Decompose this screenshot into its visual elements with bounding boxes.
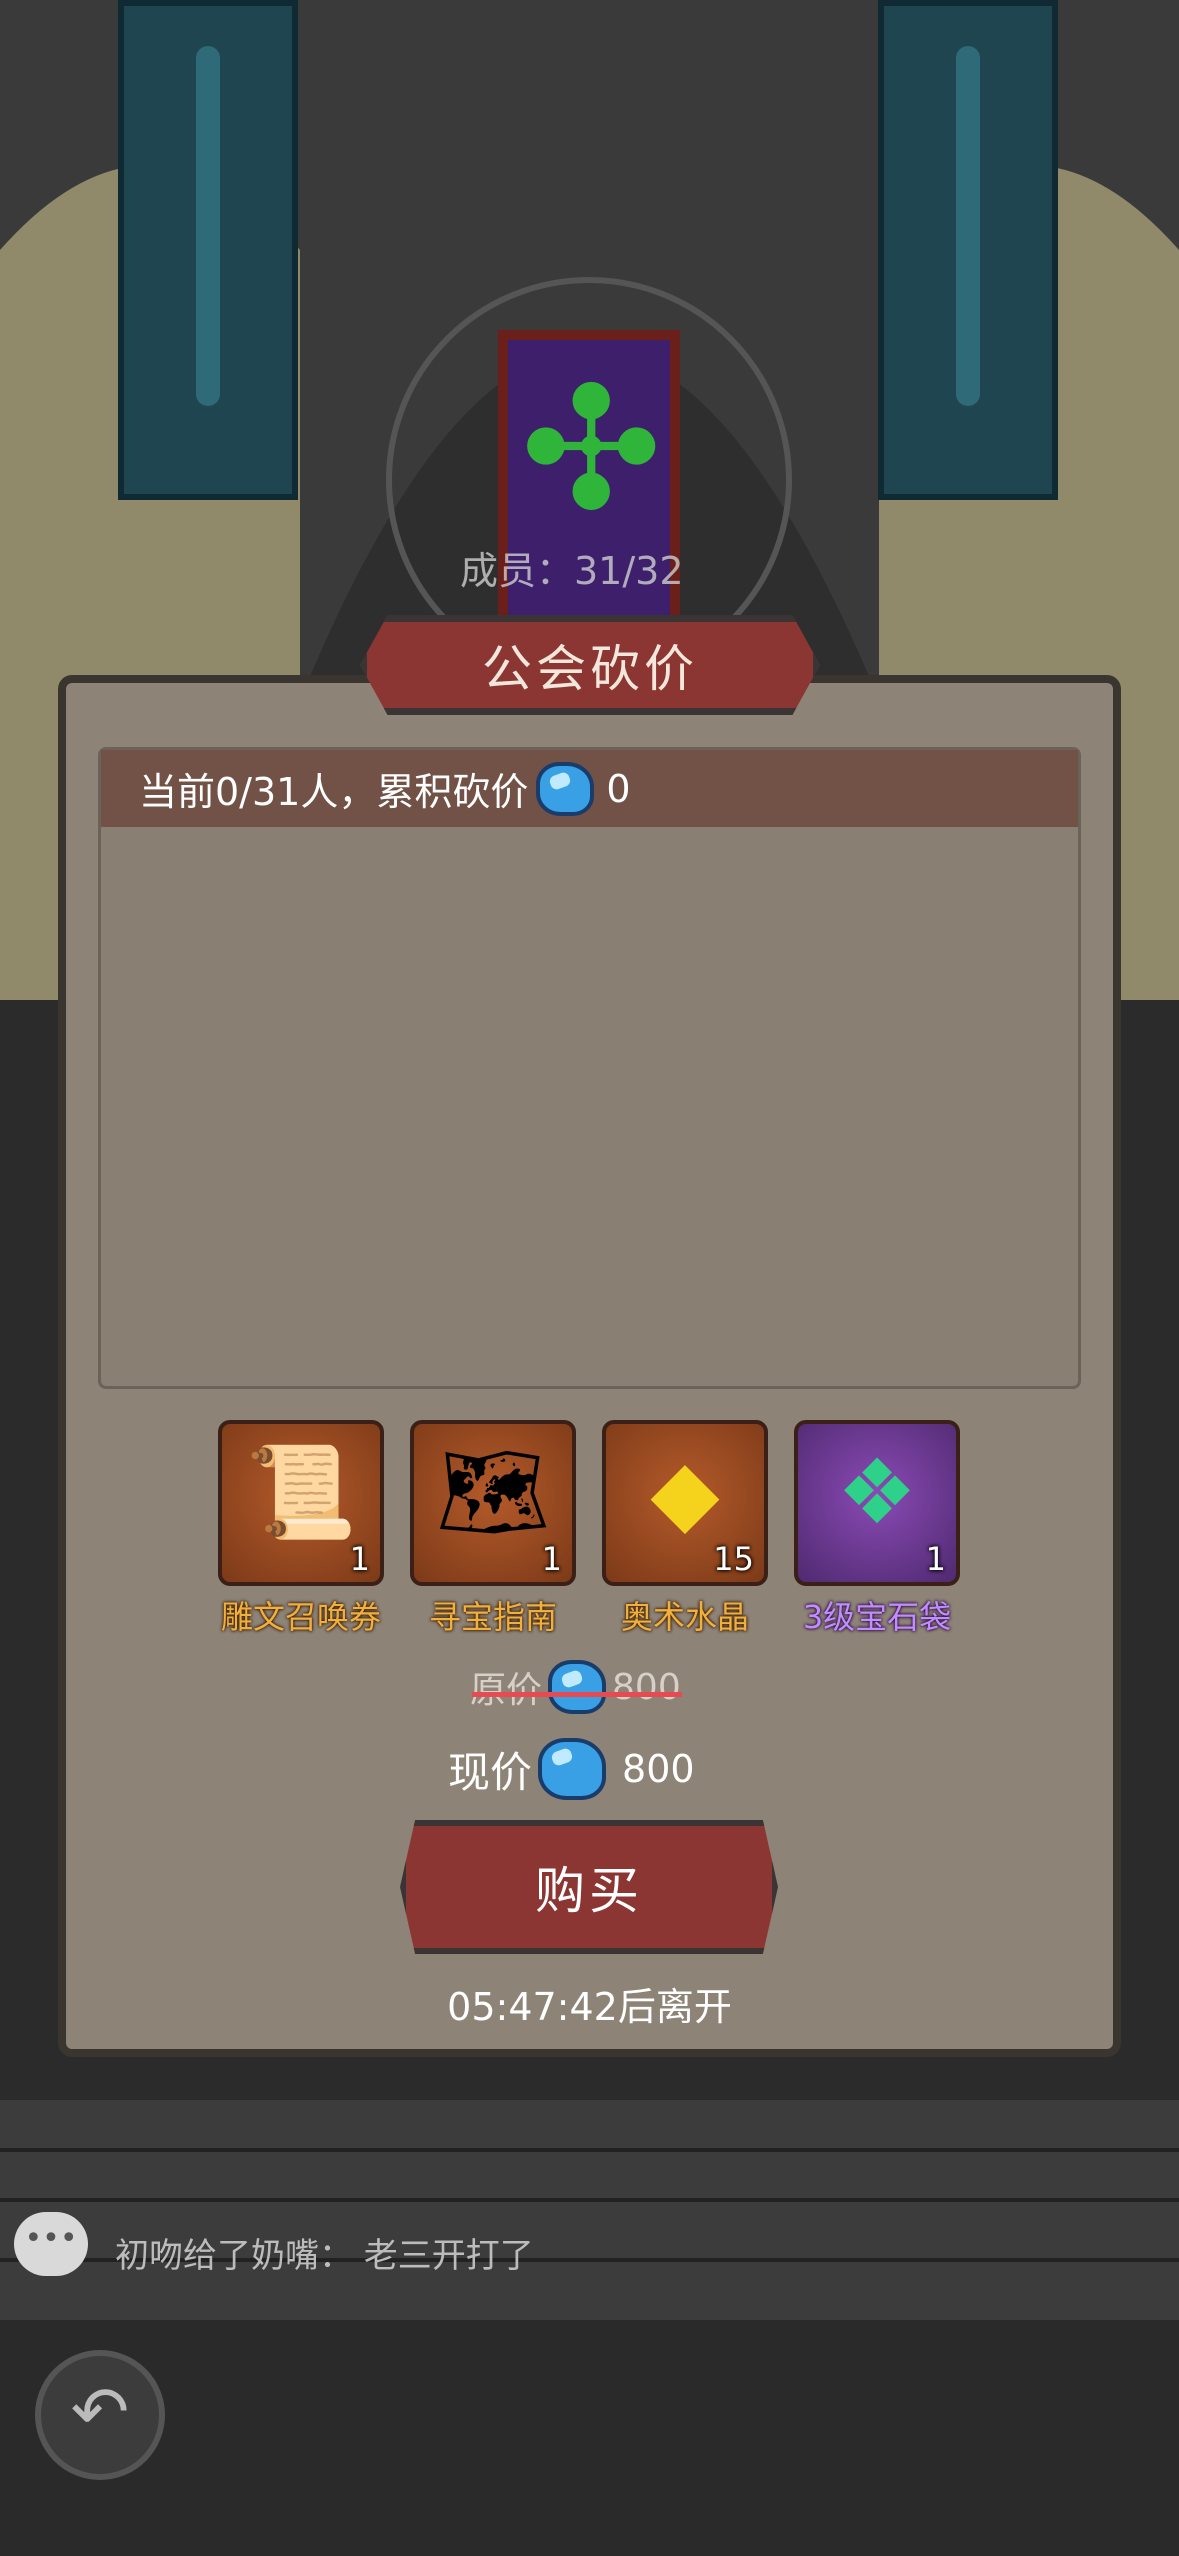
chat-bubble-icon[interactable]: •••: [14, 2212, 88, 2276]
dialog-title: 公会砍价: [482, 640, 698, 698]
dialog-title-plate: 公会砍价: [360, 615, 820, 715]
diamond-icon: [538, 1738, 607, 1800]
back-button[interactable]: ↶: [35, 2350, 165, 2480]
guild-members-count: 成员：31/32: [460, 549, 684, 593]
diamond-icon: [548, 1660, 607, 1714]
gem-bag-icon: ❖: [836, 1440, 918, 1545]
current-price-label: 现价: [448, 1747, 533, 1797]
item-label: 雕文召唤券: [220, 1598, 381, 1636]
right-banner: [878, 0, 1058, 500]
item-count: 1: [925, 1540, 946, 1578]
bargain-list-box[interactable]: [98, 747, 1081, 1389]
bargain-status-header: 当前0/31人，累积砍价 0: [101, 750, 1078, 827]
item-icon-frame[interactable]: 📜 1: [218, 1420, 384, 1586]
item-count: 15: [713, 1540, 754, 1578]
guild-emblem-icon: ✣: [520, 351, 663, 549]
item-icon-frame[interactable]: ❖ 1: [794, 1420, 960, 1586]
price-strikethrough: [472, 1692, 682, 1697]
left-banner: [118, 0, 298, 500]
reward-item[interactable]: 🗺 1 寻宝指南: [410, 1420, 576, 1638]
current-price-value: 800: [622, 1747, 695, 1791]
bargain-status-text: 当前0/31人，累积砍价: [139, 770, 529, 814]
back-arrow-icon: ↶: [70, 2371, 130, 2453]
reward-item[interactable]: 📜 1 雕文召唤券: [218, 1420, 384, 1638]
buy-button[interactable]: 购买: [400, 1820, 778, 1954]
treasure-map-icon: 🗺: [435, 1440, 551, 1545]
scroll-icon: 📜: [244, 1440, 358, 1545]
chat-message[interactable]: 初吻给了奶嘴： 老三开打了: [115, 2228, 534, 2277]
leave-timer: 05:47:42后离开: [447, 1985, 732, 2029]
buy-button-label: 购买: [535, 1862, 643, 1920]
accumulated-discount-value: 0: [606, 766, 631, 811]
item-label: 奥术水晶: [620, 1598, 749, 1636]
crystal-icon: ◆: [650, 1440, 720, 1545]
original-price-row: 原价 800: [470, 1660, 682, 1714]
reward-item[interactable]: ❖ 1 3级宝石袋: [794, 1420, 960, 1638]
item-icon-frame[interactable]: ◆ 15: [602, 1420, 768, 1586]
original-price-value: 800: [612, 1666, 681, 1708]
reward-items: 📜 1 雕文召唤券 🗺 1 寻宝指南 ◆ 15 奥术水晶 ❖ 1 3级宝石袋: [218, 1420, 960, 1640]
original-price-label: 原价: [470, 1670, 543, 1711]
item-count: 1: [349, 1540, 370, 1578]
item-label: 寻宝指南: [428, 1598, 557, 1636]
current-price-row: 现价 800: [448, 1738, 695, 1800]
item-label: 3级宝石袋: [802, 1598, 952, 1636]
item-count: 1: [541, 1540, 562, 1578]
diamond-icon: [536, 761, 595, 816]
item-icon-frame[interactable]: 🗺 1: [410, 1420, 576, 1586]
reward-item[interactable]: ◆ 15 奥术水晶: [602, 1420, 768, 1638]
